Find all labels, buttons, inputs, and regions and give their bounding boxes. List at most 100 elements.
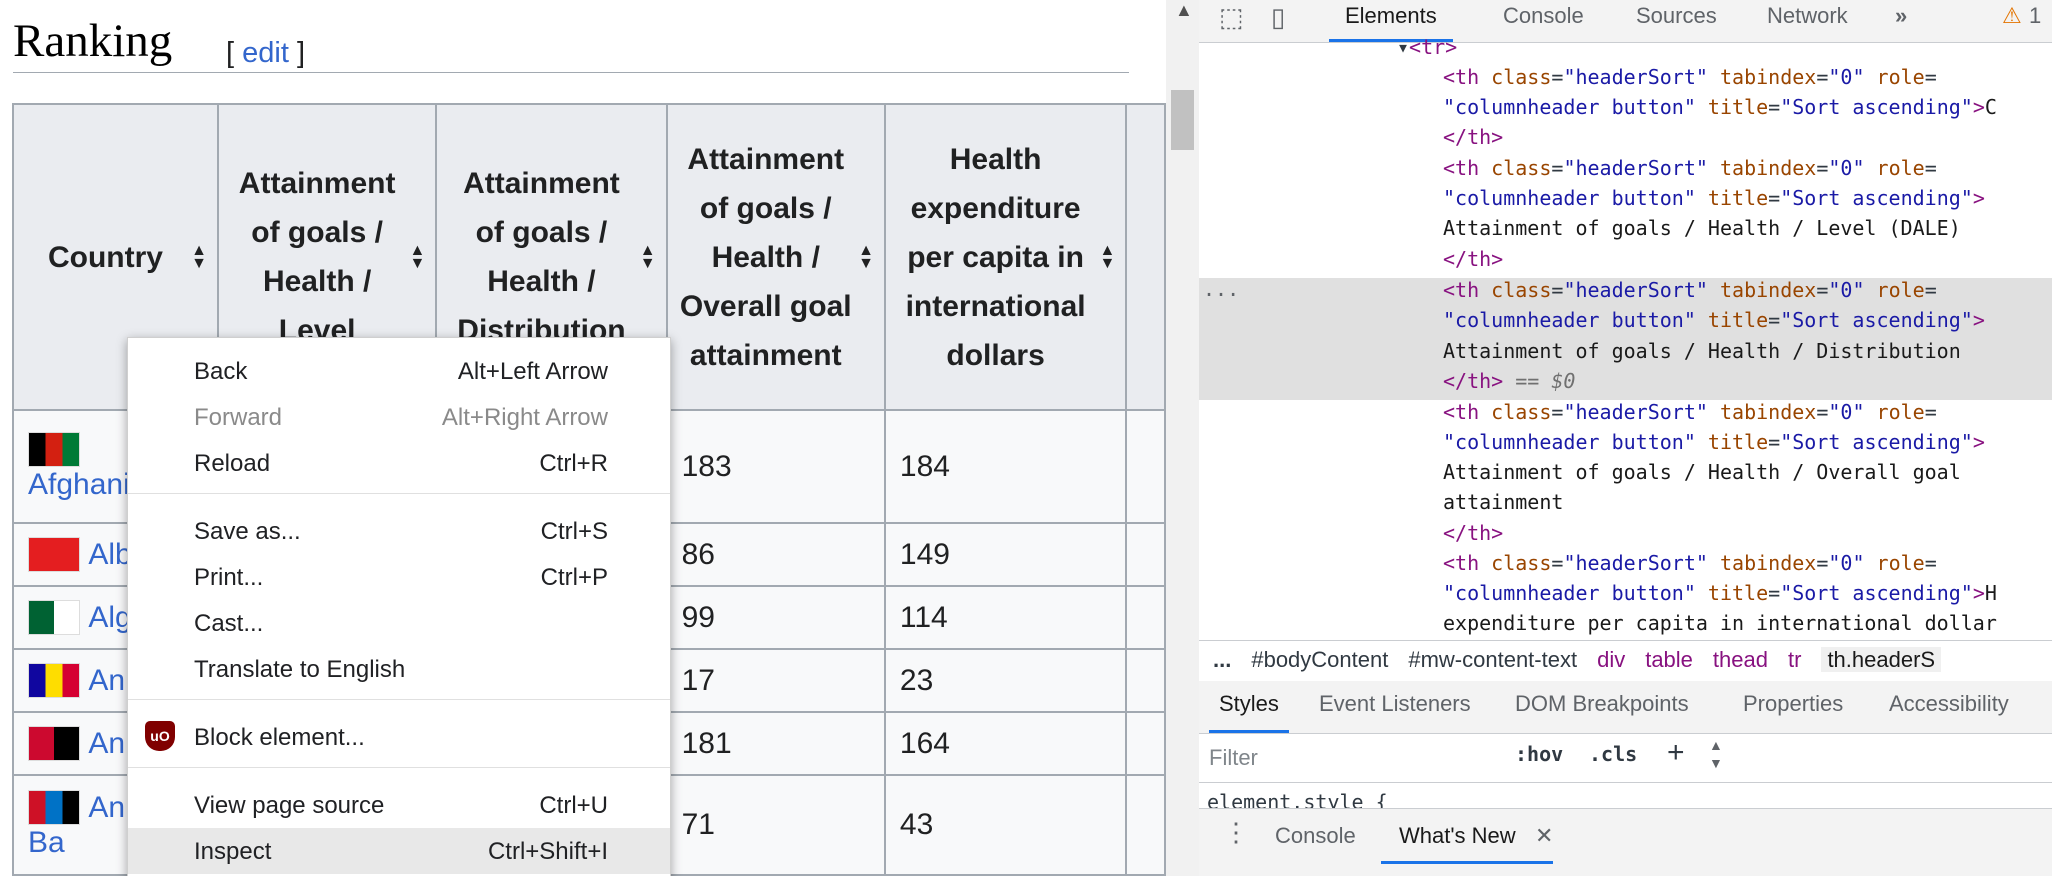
warning-icon[interactable]: ⚠ bbox=[2002, 0, 2022, 42]
breadcrumb-item[interactable]: table bbox=[1645, 647, 1693, 672]
dom-line[interactable]: Attainment of goals / Health / Overall g… bbox=[1443, 457, 1961, 488]
tab-properties[interactable]: Properties bbox=[1743, 691, 1843, 717]
dom-line[interactable]: Attainment of goals / Health / Level (DA… bbox=[1443, 213, 1961, 244]
breadcrumb: ... #bodyContent #mw-content-text div table t… bbox=[1199, 640, 2052, 682]
breadcrumb-item[interactable]: #bodyContent bbox=[1251, 647, 1388, 672]
flag-icon bbox=[28, 726, 80, 762]
cls-toggle[interactable]: .cls bbox=[1589, 742, 1637, 766]
close-icon[interactable]: ✕ bbox=[1535, 823, 1553, 849]
dom-line[interactable]: <th class="headerSort" tabindex="0" role… bbox=[1443, 153, 1937, 184]
country-link[interactable]: Alg bbox=[88, 601, 131, 634]
breadcrumb-item-active[interactable]: th.headerS bbox=[1821, 647, 1942, 672]
dom-line[interactable]: <th class="headerSort" tabindex="0" role… bbox=[1443, 62, 1937, 93]
country-link[interactable]: An bbox=[88, 727, 125, 760]
menu-separator bbox=[128, 699, 670, 700]
dom-line[interactable]: </th> bbox=[1443, 122, 1503, 153]
scroll-thumb[interactable] bbox=[1171, 90, 1194, 150]
tab-styles[interactable]: Styles bbox=[1219, 691, 1279, 717]
next-cell bbox=[1125, 409, 1166, 524]
dom-line[interactable]: attainment bbox=[1443, 487, 1563, 518]
breadcrumb-item[interactable]: #mw-content-text bbox=[1408, 647, 1577, 672]
menu-item-view-source[interactable]: View page source Ctrl+U bbox=[128, 782, 670, 828]
tab-sources[interactable]: Sources bbox=[1636, 0, 1717, 42]
dom-line[interactable]: "columnheader button" title="Sort ascend… bbox=[1443, 427, 1985, 458]
th-country-label: Country bbox=[47, 240, 163, 274]
menu-item-cast[interactable]: Cast... bbox=[128, 600, 670, 646]
edit-section-link[interactable]: [ edit ] bbox=[226, 37, 305, 70]
country-link[interactable]: An bbox=[88, 664, 125, 697]
flag-icon bbox=[28, 790, 80, 826]
expenditure-cell: 149 bbox=[883, 522, 1128, 587]
edit-label[interactable]: edit bbox=[242, 37, 289, 69]
dom-line[interactable]: "columnheader button" title="Sort ascend… bbox=[1443, 578, 1997, 609]
new-style-rule-icon[interactable]: + bbox=[1667, 736, 1685, 770]
page-scrollbar[interactable]: ▲ bbox=[1166, 0, 1199, 876]
node-actions-icon[interactable]: ... bbox=[1203, 274, 1239, 305]
breadcrumb-item[interactable]: tr bbox=[1788, 647, 1801, 672]
dom-line[interactable]: <th class="headerSort" tabindex="0" role… bbox=[1443, 548, 1937, 579]
tab-dom-breakpoints[interactable]: DOM Breakpoints bbox=[1515, 691, 1689, 717]
expenditure-cell: 23 bbox=[883, 648, 1128, 713]
country-link[interactable]: Afghani bbox=[28, 468, 130, 501]
dom-line[interactable]: "columnheader button" title="Sort ascend… bbox=[1443, 183, 1985, 214]
country-link[interactable]: Alb bbox=[88, 538, 131, 571]
sort-icon[interactable]: ▲ ▼ bbox=[191, 243, 207, 272]
hov-toggle[interactable]: :hov bbox=[1515, 742, 1563, 766]
sort-icon[interactable]: ▲ ▼ bbox=[858, 243, 874, 272]
overall-cell: 99 bbox=[665, 585, 886, 650]
toggle-sidebar-icon[interactable]: ▲ ▼ bbox=[1709, 736, 1723, 772]
menu-item-inspect[interactable]: Inspect Ctrl+Shift+I bbox=[128, 828, 670, 874]
sort-icon[interactable]: ▲ ▼ bbox=[409, 243, 425, 272]
overall-cell: 183 bbox=[665, 409, 886, 524]
menu-item-back[interactable]: Back Alt+Left Arrow bbox=[128, 348, 670, 394]
dom-line-selected[interactable]: Attainment of goals / Health / Distribut… bbox=[1443, 336, 1961, 367]
dom-line-selected[interactable]: "columnheader button" title="Sort ascend… bbox=[1443, 305, 1985, 336]
scroll-up-arrow-icon[interactable]: ▲ bbox=[1175, 0, 1193, 21]
sort-icon[interactable]: ▲ ▼ bbox=[640, 243, 656, 272]
menu-item-reload[interactable]: Reload Ctrl+R bbox=[128, 440, 670, 486]
menu-item-save-as[interactable]: Save as... Ctrl+S bbox=[128, 508, 670, 554]
active-tab-indicator bbox=[1209, 730, 1289, 733]
tab-network[interactable]: Network bbox=[1767, 0, 1848, 42]
dom-line[interactable]: <th class="headerSort" tabindex="0" role… bbox=[1443, 397, 1937, 428]
inspect-element-icon[interactable]: ⬚ bbox=[1219, 2, 1244, 33]
th-expenditure[interactable]: Health expenditure per capita in interna… bbox=[883, 103, 1128, 411]
next-cell bbox=[1125, 711, 1166, 776]
drawer-tab-console[interactable]: Console bbox=[1275, 823, 1356, 849]
menu-item-block-element[interactable]: uO Block element... bbox=[128, 714, 670, 760]
breadcrumb-item[interactable]: thead bbox=[1713, 647, 1768, 672]
styles-filter-row: :hov .cls + ▲▼ bbox=[1199, 734, 2052, 783]
breadcrumb-item[interactable]: div bbox=[1597, 647, 1625, 672]
dom-line[interactable]: expenditure per capita in international … bbox=[1443, 608, 1997, 639]
dom-line-selected[interactable]: </th> == $0 bbox=[1443, 366, 1575, 397]
menu-item-translate[interactable]: Translate to English bbox=[128, 646, 670, 692]
expand-arrow-icon[interactable]: ▾ bbox=[1397, 35, 1409, 59]
th-overall[interactable]: Attainment of goals / Health / Overall g… bbox=[665, 103, 886, 411]
overall-cell: 181 bbox=[665, 711, 886, 776]
expenditure-cell: 164 bbox=[883, 711, 1128, 776]
dom-line[interactable]: </th> bbox=[1443, 518, 1503, 549]
drawer-menu-icon[interactable]: ⋮ bbox=[1223, 817, 1249, 848]
tab-accessibility[interactable]: Accessibility bbox=[1889, 691, 2009, 717]
menu-item-print[interactable]: Print... Ctrl+P bbox=[128, 554, 670, 600]
styles-filter-input[interactable] bbox=[1209, 742, 1493, 774]
next-cell bbox=[1125, 648, 1166, 713]
drawer-tab-whats-new[interactable]: What's New bbox=[1399, 823, 1516, 849]
expenditure-cell: 184 bbox=[883, 409, 1128, 524]
overall-cell: 71 bbox=[665, 774, 886, 876]
context-menu: Back Alt+Left Arrow Forward Alt+Right Arro… bbox=[127, 337, 671, 876]
heading-title: Ranking bbox=[13, 15, 173, 67]
elements-tree: ▾<tr> <th class="headerSort" tabindex="0… bbox=[1199, 35, 2052, 640]
th-expenditure-label: Health expenditure per capita in interna… bbox=[905, 142, 1086, 372]
tab-event-listeners[interactable]: Event Listeners bbox=[1319, 691, 1471, 717]
dom-line-selected[interactable]: <th class="headerSort" tabindex="0" role… bbox=[1443, 275, 1937, 306]
devtools-panel: ⬚ ▯ Elements Console Sources Network » ⚠… bbox=[1199, 0, 2052, 876]
breadcrumb-overflow[interactable]: ... bbox=[1213, 647, 1231, 672]
more-tabs-icon[interactable]: » bbox=[1895, 0, 1907, 42]
dom-line-tr[interactable]: ▾<tr> bbox=[1397, 32, 1457, 63]
dom-line[interactable]: </th> bbox=[1443, 244, 1503, 275]
tab-console[interactable]: Console bbox=[1503, 0, 1584, 42]
dom-line[interactable]: "columnheader button" title="Sort ascend… bbox=[1443, 92, 1997, 123]
device-toolbar-icon[interactable]: ▯ bbox=[1271, 2, 1285, 33]
sort-icon[interactable]: ▲ ▼ bbox=[1099, 243, 1115, 272]
